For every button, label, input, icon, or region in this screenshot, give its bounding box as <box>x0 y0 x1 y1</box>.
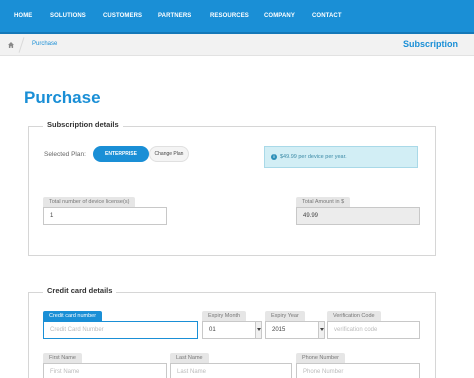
top-navigation-bar: HOME SOLUTIONS CUSTOMERS PARTNERS RESOUR… <box>0 0 474 34</box>
price-info-text: $49.99 per device per year. <box>280 154 347 160</box>
total-amount-field: 49.99 <box>296 207 420 225</box>
subscription-details-legend: Subscription details <box>43 120 123 129</box>
last-name-label: Last Name <box>170 353 209 363</box>
verification-code-label: Verification Code <box>327 311 381 321</box>
nav-item-solutions[interactable]: SOLUTIONS <box>50 13 86 19</box>
breadcrumb-separator <box>18 37 25 53</box>
breadcrumb: Purchase Subscription <box>0 34 474 56</box>
card-number-label: Credit card number <box>43 311 103 321</box>
breadcrumb-section-title: Subscription <box>402 39 458 49</box>
first-name-label: First Name <box>43 353 82 363</box>
credit-card-details-panel: Credit card details Credit card number C… <box>28 286 436 378</box>
home-icon[interactable] <box>8 42 14 48</box>
nav-item-company[interactable]: COMPANY <box>264 13 295 19</box>
breadcrumb-purchase-link[interactable]: Purchase <box>32 41 57 47</box>
licenses-input[interactable]: 1 <box>43 207 167 225</box>
card-number-input[interactable]: Credit Card Number <box>43 321 198 339</box>
enterprise-plan-button[interactable]: ENTERPRISE <box>93 146 149 162</box>
page-title: Purchase <box>24 88 101 107</box>
subscription-details-panel: Subscription details Selected Plan: ENTE… <box>28 120 436 256</box>
expiry-year-value: 2015 <box>272 327 286 333</box>
licenses-label: Total number of device license(s) <box>43 197 136 207</box>
expiry-month-select[interactable]: 01 <box>202 321 262 339</box>
phone-number-input[interactable]: Phone Number <box>296 363 420 378</box>
change-plan-button[interactable]: Change Plan <box>149 146 189 162</box>
nav-item-customers[interactable]: CUSTOMERS <box>103 13 142 19</box>
verification-code-input[interactable]: verification code <box>327 321 420 339</box>
credit-card-details-legend: Credit card details <box>43 286 117 295</box>
nav-item-contact[interactable]: CONTACT <box>312 13 342 19</box>
selected-plan-label: Selected Plan: <box>44 151 86 158</box>
info-icon: i <box>271 154 277 160</box>
expiry-year-select[interactable]: 2015 <box>265 321 325 339</box>
expiry-month-label: Expiry Month <box>202 311 247 321</box>
last-name-input[interactable]: Last Name <box>170 363 292 378</box>
expiry-month-value: 01 <box>209 327 216 333</box>
phone-number-label: Phone Number <box>296 353 345 363</box>
nav-item-home[interactable]: HOME <box>14 13 32 19</box>
price-info-alert: i $49.99 per device per year. <box>264 146 418 168</box>
total-amount-label: Total Amount in $ <box>296 197 351 207</box>
nav-item-partners[interactable]: PARTNERS <box>158 13 191 19</box>
nav-item-resources[interactable]: RESOURCES <box>210 13 249 19</box>
chevron-down-icon <box>255 322 261 338</box>
expiry-year-label: Expiry Year <box>265 311 305 321</box>
first-name-input[interactable]: First Name <box>43 363 167 378</box>
chevron-down-icon <box>318 322 324 338</box>
